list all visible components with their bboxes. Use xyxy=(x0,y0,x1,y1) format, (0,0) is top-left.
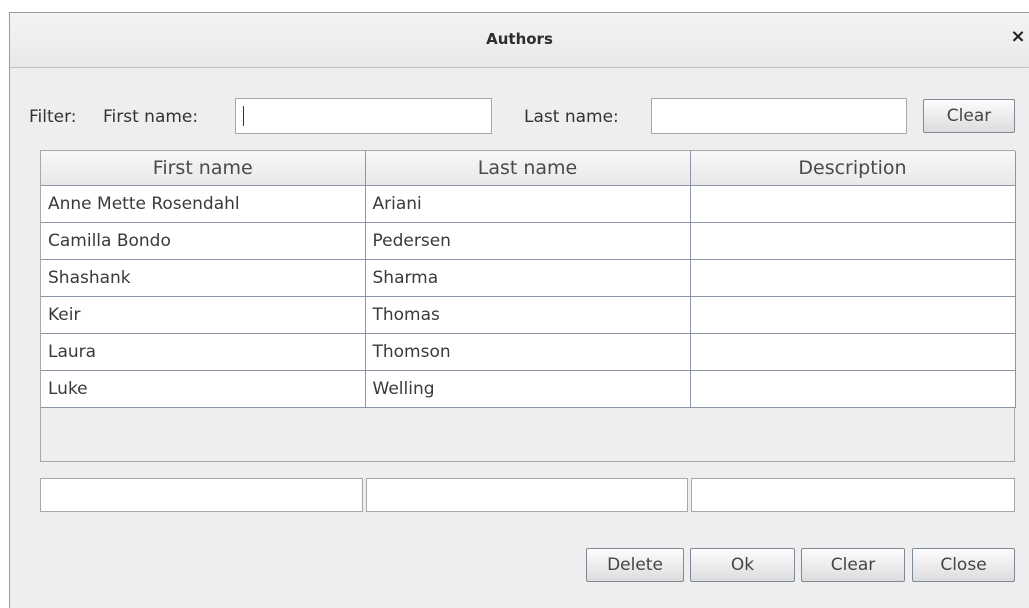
table-header-row: First name Last name Description xyxy=(41,151,1016,186)
close-icon[interactable]: × xyxy=(1007,26,1029,50)
window-title: Authors xyxy=(486,30,553,48)
delete-button[interactable]: Delete xyxy=(586,548,684,582)
cell-description[interactable] xyxy=(690,333,1016,371)
last-name-filter-label: Last name: xyxy=(524,107,619,127)
close-button[interactable]: Close xyxy=(912,548,1015,582)
table-row[interactable]: Keir Thomas xyxy=(41,296,1016,334)
table-row[interactable]: Anne Mette Rosendahl Ariani xyxy=(41,185,1016,223)
column-header-last-name[interactable]: Last name xyxy=(365,151,691,186)
last-name-filter-input[interactable] xyxy=(651,98,907,134)
ok-button[interactable]: Ok xyxy=(690,548,795,582)
filter-label: Filter: xyxy=(29,107,77,127)
table-row[interactable]: Luke Welling xyxy=(41,370,1016,408)
clear-button[interactable]: Clear xyxy=(801,548,905,582)
edit-description-field[interactable] xyxy=(691,478,1015,512)
table-row[interactable]: Camilla Bondo Pedersen xyxy=(41,222,1016,260)
authors-dialog: Authors × Filter: First name: Last name:… xyxy=(9,12,1029,608)
cell-description[interactable] xyxy=(690,259,1016,297)
edit-last-name-field[interactable] xyxy=(366,478,688,512)
cell-last-name[interactable]: Thomson xyxy=(365,333,691,371)
cell-last-name[interactable]: Ariani xyxy=(365,185,691,223)
cell-description[interactable] xyxy=(690,222,1016,260)
first-name-filter-label: First name: xyxy=(103,107,199,127)
cell-last-name[interactable]: Sharma xyxy=(365,259,691,297)
table-row[interactable]: Laura Thomson xyxy=(41,333,1016,371)
cell-first-name[interactable]: Anne Mette Rosendahl xyxy=(41,185,366,223)
cell-last-name[interactable]: Pedersen xyxy=(365,222,691,260)
authors-table[interactable]: First name Last name Description Anne Me… xyxy=(40,150,1016,462)
cell-last-name[interactable]: Thomas xyxy=(365,296,691,334)
table-row[interactable]: Shashank Sharma xyxy=(41,259,1016,297)
cell-first-name[interactable]: Keir xyxy=(41,296,366,334)
cell-first-name[interactable]: Shashank xyxy=(41,259,366,297)
text-caret xyxy=(243,106,244,126)
first-name-filter-input[interactable] xyxy=(235,98,492,134)
cell-first-name[interactable]: Laura xyxy=(41,333,366,371)
edit-first-name-field[interactable] xyxy=(40,478,363,512)
cell-description[interactable] xyxy=(690,370,1016,408)
cell-first-name[interactable]: Luke xyxy=(41,370,366,408)
cell-description[interactable] xyxy=(690,185,1016,223)
cell-first-name[interactable]: Camilla Bondo xyxy=(41,222,366,260)
filter-clear-button[interactable]: Clear xyxy=(923,99,1015,133)
cell-description[interactable] xyxy=(690,296,1016,334)
title-bar[interactable]: Authors × xyxy=(10,13,1029,68)
cell-last-name[interactable]: Welling xyxy=(365,370,691,408)
column-header-description[interactable]: Description xyxy=(690,151,1016,186)
column-header-first-name[interactable]: First name xyxy=(41,151,366,186)
